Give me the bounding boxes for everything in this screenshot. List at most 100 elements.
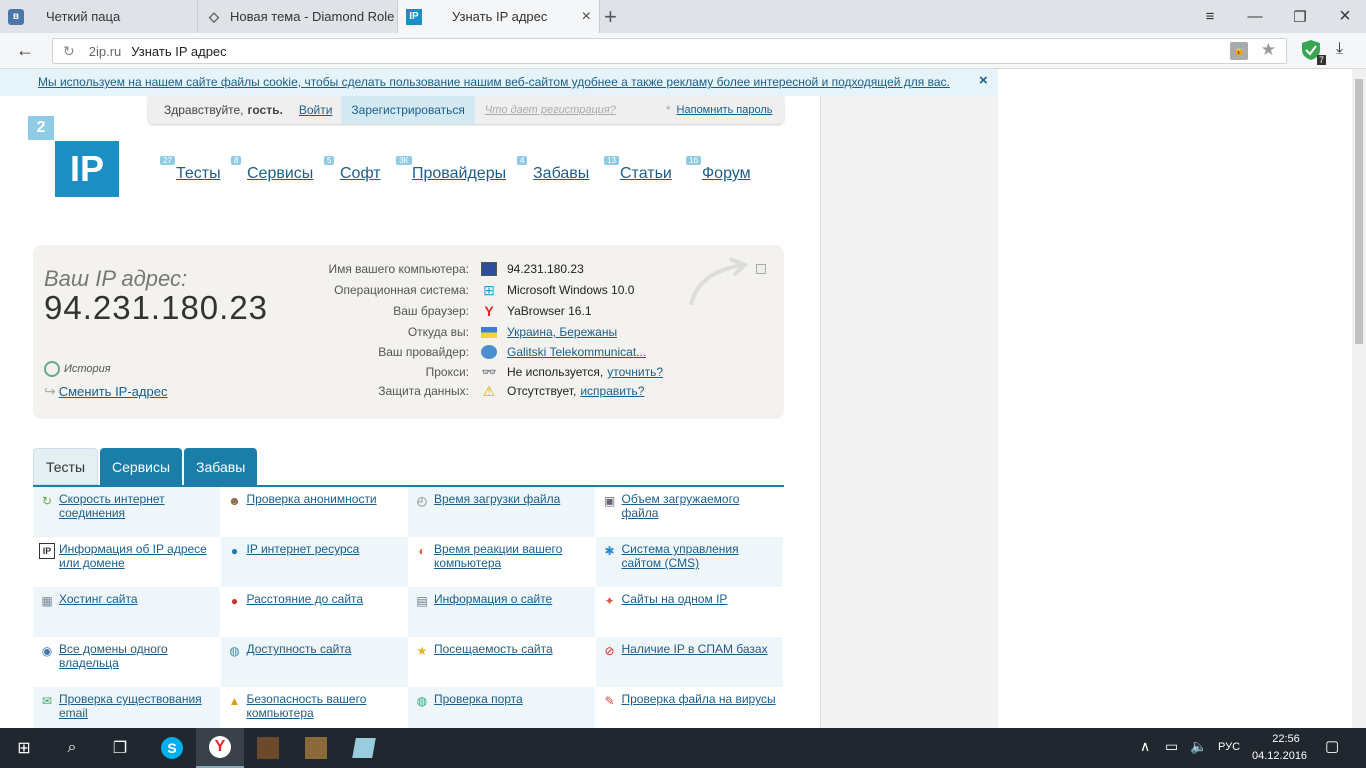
clock-date[interactable]: 04.12.2016 <box>1252 750 1307 762</box>
nav-label[interactable]: Забавы <box>533 165 589 182</box>
test-item[interactable]: ⊘ Наличие IP в СПАМ базах <box>595 637 783 687</box>
browser-tab-2ip[interactable]: IP Узнать IP адрес × <box>398 0 600 33</box>
test-link[interactable]: Посещаемость сайта <box>434 642 553 656</box>
minimize-icon[interactable]: — <box>1232 0 1278 33</box>
start-windows-icon[interactable]: ⊞ <box>0 728 48 768</box>
register-button[interactable]: Зарегистрироваться <box>341 96 475 124</box>
location-link[interactable]: Украина, Бережаны <box>507 325 617 339</box>
test-item[interactable]: ★ Посещаемость сайта <box>408 637 595 687</box>
test-link[interactable]: Объем загружаемого файла <box>622 492 740 520</box>
test-link[interactable]: Сайты на одном IP <box>622 592 728 606</box>
tab-services[interactable]: Сервисы <box>100 448 183 485</box>
close-tab-icon[interactable]: × <box>582 8 591 26</box>
change-ip-item[interactable]: ↪ Сменить IP-адрес <box>44 383 167 400</box>
maximize-icon[interactable]: ❐ <box>1277 0 1323 33</box>
test-link[interactable]: Проверка порта <box>434 692 523 706</box>
test-item[interactable]: ▣ Объем загружаемого файла <box>595 487 783 537</box>
nav-forum[interactable]: 16 Форум <box>686 156 751 183</box>
test-item[interactable]: ▦ Хостинг сайта <box>33 587 220 637</box>
test-link[interactable]: Проверка анонимности <box>247 492 377 506</box>
notes-app-icon[interactable] <box>340 728 388 768</box>
test-link[interactable]: Проверка существования email <box>59 692 202 720</box>
browser-tab-diamond[interactable]: ◇ Новая тема - Diamond Role <box>198 0 398 33</box>
game-app-icon[interactable] <box>244 728 292 768</box>
test-link[interactable]: Расстояние до сайта <box>247 592 364 606</box>
game-app-icon-2[interactable] <box>292 728 340 768</box>
proxy-clarify-link[interactable]: уточнить? <box>607 365 663 379</box>
test-link[interactable]: Информация о сайте <box>434 592 552 606</box>
notification-center-icon[interactable]: ▢ <box>1325 737 1339 755</box>
change-ip-link[interactable]: Сменить IP-адрес <box>59 384 168 399</box>
test-item[interactable]: ● Расстояние до сайта <box>220 587 408 637</box>
test-item[interactable]: ↻ Скорость интернет соединения <box>33 487 220 537</box>
scrollbar-thumb[interactable] <box>1355 79 1363 344</box>
skype-icon[interactable]: S <box>148 728 196 768</box>
shield-extension-icon[interactable]: 7 <box>1300 39 1326 65</box>
address-bar[interactable]: ↻ 2ip.ru Узнать IP адрес 🔒 ★ <box>52 38 1287 64</box>
nav-fun[interactable]: 4 Забавы <box>517 156 589 183</box>
cookie-close-button[interactable]: × <box>979 72 988 89</box>
scrollbar[interactable] <box>1352 69 1366 728</box>
menu-icon[interactable]: ≡ <box>1187 0 1233 33</box>
nav-label[interactable]: Статьи <box>620 165 672 182</box>
volume-icon[interactable]: 🔈 <box>1190 738 1207 755</box>
protection-fix-link[interactable]: исправить? <box>580 384 644 398</box>
remind-password-link[interactable]: Напомнить пароль <box>677 104 773 116</box>
test-link[interactable]: Наличие IP в СПАМ базах <box>622 642 768 656</box>
test-link[interactable]: Информация об IP адресе или домене <box>59 542 207 570</box>
browser-tab-vk[interactable]: в Четкий паца <box>0 0 198 33</box>
login-link[interactable]: Войти <box>299 103 333 117</box>
tab-tests[interactable]: Тесты <box>33 448 99 485</box>
why-register-link[interactable]: Что дает регистрация? <box>485 104 616 116</box>
test-item[interactable]: ◍ Доступность сайта <box>220 637 408 687</box>
test-link[interactable]: Система управления сайтом (CMS) <box>622 542 739 570</box>
test-item[interactable]: ▤ Информация о сайте <box>408 587 595 637</box>
provider-link[interactable]: Galitski Telekommunicat... <box>507 345 646 359</box>
test-item[interactable]: IP Информация об IP адресе или домене <box>33 537 220 587</box>
test-item[interactable]: ✦ Сайты на одном IP <box>595 587 783 637</box>
test-link[interactable]: Доступность сайта <box>247 642 352 656</box>
test-link[interactable]: Безопасность вашего компьютера <box>247 692 367 720</box>
lock-icon[interactable]: 🔒 <box>1230 42 1248 60</box>
nav-providers[interactable]: 3K Провайдеры <box>396 156 506 183</box>
nav-label[interactable]: Форум <box>702 165 751 182</box>
test-item[interactable]: ◴ Время загрузки файла <box>408 487 595 537</box>
history-link[interactable]: История <box>64 363 111 375</box>
task-view-icon[interactable]: ❐ <box>96 728 144 768</box>
back-icon[interactable]: ← <box>16 40 34 61</box>
test-link[interactable]: Все домены одного владельца <box>59 642 168 670</box>
test-item[interactable]: ◉ Все домены одного владельца <box>33 637 220 687</box>
search-icon[interactable]: ⌕ <box>48 728 96 768</box>
test-item[interactable]: ● IP интернет ресурса <box>220 537 408 587</box>
show-hidden-icons[interactable]: ∧ <box>1140 738 1150 755</box>
nav-articles[interactable]: 13 Статьи <box>604 156 672 183</box>
bookmark-star-icon[interactable]: ★ <box>1261 40 1276 60</box>
test-link[interactable]: Время реакции вашего компьютера <box>434 542 562 570</box>
history-item[interactable]: История <box>44 361 111 377</box>
new-tab-icon[interactable]: + <box>604 4 617 30</box>
site-logo[interactable]: 2 IP <box>28 116 120 198</box>
nav-label[interactable]: Софт <box>340 165 381 182</box>
test-link[interactable]: Проверка файла на вирусы <box>622 692 776 706</box>
nav-label[interactable]: Тесты <box>176 165 221 182</box>
panel-toggle-icon[interactable] <box>756 264 766 274</box>
tab-fun[interactable]: Забавы <box>184 448 258 485</box>
close-window-icon[interactable]: × <box>1322 0 1366 33</box>
language-indicator[interactable]: РУС <box>1218 741 1240 753</box>
nav-services[interactable]: 8 Сервисы <box>231 156 313 183</box>
test-item[interactable]: ☻ Проверка анонимности <box>220 487 408 537</box>
test-item[interactable]: ◐ Время реакции вашего компьютера <box>408 537 595 587</box>
ip-address-value[interactable]: 94.231.180.23 <box>44 289 268 327</box>
nav-tests[interactable]: 27 Тесты <box>160 156 221 183</box>
nav-soft[interactable]: 5 Софт <box>324 156 381 183</box>
test-link[interactable]: IP интернет ресурса <box>247 542 360 556</box>
test-link[interactable]: Хостинг сайта <box>59 592 138 606</box>
cookie-text-link[interactable]: Мы используем на нашем сайте файлы cooki… <box>38 75 950 89</box>
download-icon[interactable]: ⤓ <box>1336 40 1343 58</box>
reload-icon[interactable]: ↻ <box>63 43 75 60</box>
network-icon[interactable]: ▭ <box>1165 738 1178 755</box>
test-link[interactable]: Время загрузки файла <box>434 492 560 506</box>
clock-time[interactable]: 22:56 <box>1266 733 1306 745</box>
nav-label[interactable]: Сервисы <box>247 165 313 182</box>
test-link[interactable]: Скорость интернет соединения <box>59 492 165 520</box>
